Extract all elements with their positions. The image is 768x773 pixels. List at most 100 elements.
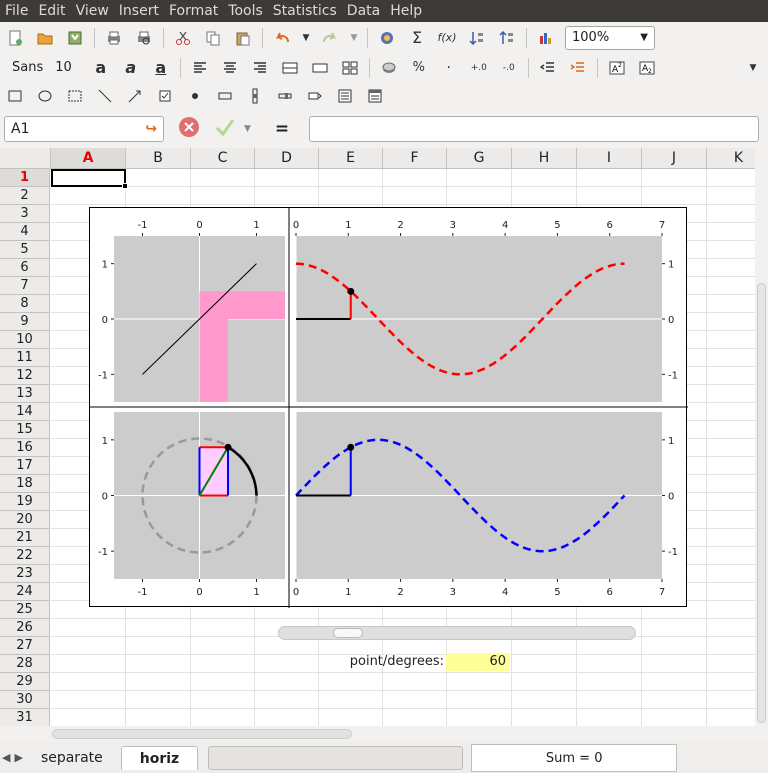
degrees-slider[interactable] [278, 626, 636, 640]
row-header-21[interactable]: 21 [0, 529, 50, 547]
select-all-corner[interactable] [0, 148, 51, 169]
slider-thumb[interactable] [333, 628, 363, 638]
row-header-29[interactable]: 29 [0, 673, 50, 691]
hyperlink-icon[interactable] [375, 26, 399, 50]
bold-icon[interactable]: a [89, 56, 113, 80]
menu-data[interactable]: Data [342, 0, 385, 22]
cancel-icon[interactable] [178, 116, 200, 142]
button-tool-icon[interactable] [213, 84, 237, 108]
arrow-tool-icon[interactable] [123, 84, 147, 108]
list-tool-icon[interactable] [333, 84, 357, 108]
row-header-7[interactable]: 7 [0, 277, 50, 295]
menu-view[interactable]: View [71, 0, 114, 22]
slider-tool-icon[interactable] [273, 84, 297, 108]
row-header-11[interactable]: 11 [0, 349, 50, 367]
row-header-24[interactable]: 24 [0, 583, 50, 601]
merge-cells-icon[interactable] [278, 56, 302, 80]
row-header-6[interactable]: 6 [0, 259, 50, 277]
horizontal-scrollbar[interactable] [0, 726, 768, 742]
menu-statistics[interactable]: Statistics [268, 0, 342, 22]
decrease-decimals-icon[interactable]: -.0 [497, 56, 521, 80]
point-degrees-value[interactable]: 60 [446, 653, 510, 671]
menu-tools[interactable]: Tools [223, 0, 268, 22]
zoom-selector[interactable]: 100% ▼ [565, 25, 655, 50]
unmerge-cells-icon[interactable] [308, 56, 332, 80]
row-header-10[interactable]: 10 [0, 331, 50, 349]
menu-insert[interactable]: Insert [114, 0, 164, 22]
fill-handle[interactable] [122, 183, 128, 189]
paste-icon[interactable] [231, 26, 255, 50]
combo-tool-icon[interactable] [363, 84, 387, 108]
sort-descending-icon[interactable] [495, 26, 519, 50]
row-header-2[interactable]: 2 [0, 187, 50, 205]
formula-input[interactable] [309, 116, 760, 142]
checkbox-tool-icon[interactable] [153, 84, 177, 108]
tab-horiz[interactable]: horiz [120, 745, 199, 770]
italic-icon[interactable]: a [119, 56, 143, 80]
cut-icon[interactable] [171, 26, 195, 50]
align-left-icon[interactable] [188, 56, 212, 80]
row-header-4[interactable]: 4 [0, 223, 50, 241]
thousands-separator-icon[interactable]: · [437, 56, 461, 80]
equals-button[interactable]: = [275, 119, 289, 139]
percent-format-icon[interactable]: % [407, 56, 431, 80]
open-folder-icon[interactable] [33, 26, 57, 50]
row-header-22[interactable]: 22 [0, 547, 50, 565]
print-preview-icon[interactable] [132, 26, 156, 50]
horizontal-scroll-thumb[interactable] [52, 729, 352, 739]
row-header-23[interactable]: 23 [0, 565, 50, 583]
toolbar-overflow-icon[interactable]: ▼ [741, 56, 765, 80]
menu-format[interactable]: Format [164, 0, 223, 22]
sum-icon[interactable]: Σ [405, 26, 429, 50]
undo-icon[interactable] [270, 26, 294, 50]
graph-object[interactable]: -1 0 1 1 0 -1 0 1 2 3 4 5 6 7 1 0 -1 -1 0 1 1 0 -1 0 1 2 3 4 5 6 7 1 0 -1 [89, 207, 688, 608]
row-header-31[interactable]: 31 [0, 709, 50, 726]
superscript-icon[interactable]: A2 [605, 56, 629, 80]
column-header-I[interactable]: I [577, 148, 642, 169]
underline-icon[interactable]: a [149, 56, 173, 80]
row-header-18[interactable]: 18 [0, 475, 50, 493]
vertical-scrollbar[interactable] [755, 148, 768, 726]
align-right-icon[interactable] [248, 56, 272, 80]
menu-file[interactable]: File [0, 0, 33, 22]
subscript-icon[interactable]: A2 [635, 56, 659, 80]
rectangle-tool-icon[interactable] [3, 84, 27, 108]
split-cells-icon[interactable] [338, 56, 362, 80]
accept-icon[interactable] [214, 116, 236, 142]
font-size-selector[interactable]: 10 [55, 60, 72, 75]
goto-arrow-icon[interactable]: ↪ [145, 121, 157, 137]
save-icon[interactable] [63, 26, 87, 50]
sort-ascending-icon[interactable] [465, 26, 489, 50]
row-header-13[interactable]: 13 [0, 385, 50, 403]
row-header-26[interactable]: 26 [0, 619, 50, 637]
row-header-3[interactable]: 3 [0, 205, 50, 223]
column-header-G[interactable]: G [447, 148, 512, 169]
row-header-1[interactable]: 1 [0, 169, 50, 187]
align-center-icon[interactable] [218, 56, 242, 80]
row-header-19[interactable]: 19 [0, 493, 50, 511]
increase-decimals-icon[interactable]: +.0 [467, 56, 491, 80]
frame-tool-icon[interactable] [63, 84, 87, 108]
tab-scroll-right-icon[interactable]: ▶ [14, 751, 22, 764]
function-icon[interactable]: f(x) [435, 26, 459, 50]
currency-format-icon[interactable] [377, 56, 401, 80]
font-name-selector[interactable]: Sans [12, 60, 43, 75]
vertical-scroll-thumb[interactable] [757, 283, 766, 723]
column-header-F[interactable]: F [383, 148, 447, 169]
row-header-8[interactable]: 8 [0, 295, 50, 313]
redo-icon[interactable] [318, 26, 342, 50]
row-header-15[interactable]: 15 [0, 421, 50, 439]
scrollbar-tool-icon[interactable] [243, 84, 267, 108]
undo-dropdown-icon[interactable]: ▼ [300, 26, 312, 50]
decrease-indent-icon[interactable] [536, 56, 560, 80]
increase-indent-icon[interactable] [566, 56, 590, 80]
tab-scroll-left-icon[interactable]: ◀ [2, 751, 10, 764]
row-header-14[interactable]: 14 [0, 403, 50, 421]
menu-help[interactable]: Help [385, 0, 427, 22]
column-header-B[interactable]: B [126, 148, 191, 169]
column-header-D[interactable]: D [255, 148, 319, 169]
row-header-9[interactable]: 9 [0, 313, 50, 331]
insert-chart-icon[interactable] [534, 26, 558, 50]
new-file-icon[interactable] [3, 26, 27, 50]
print-icon[interactable] [102, 26, 126, 50]
